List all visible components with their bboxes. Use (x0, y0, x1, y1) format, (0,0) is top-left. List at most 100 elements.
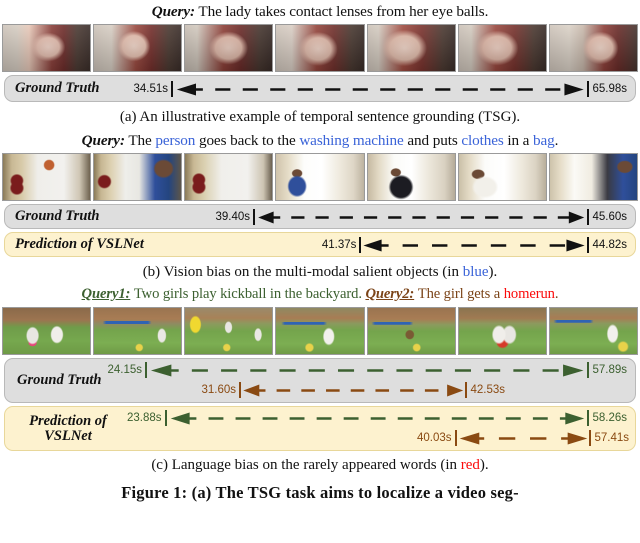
video-frame (184, 24, 274, 72)
end-time: 57.41s (594, 432, 629, 444)
end-cap (587, 81, 590, 97)
video-frame (457, 153, 547, 201)
end-cap (465, 382, 468, 398)
start-cap (164, 410, 167, 426)
start-cap (454, 430, 457, 446)
timeline-bar-query1: 23.88s 58.26s (127, 409, 627, 427)
timeline-bar: 39.40s 45.60s (215, 208, 627, 226)
end-time: 44.82s (592, 239, 627, 251)
timeline-track: 23.88s 58.26s 40.03s 57.41s (127, 406, 635, 451)
double-arrow-icon (256, 211, 586, 224)
caption-pre: (c) Language bias on the rarely appeared… (151, 457, 461, 473)
double-arrow-icon (148, 364, 586, 377)
end-time: 42.53s (470, 384, 505, 396)
query-keyword-bag: bag (533, 132, 555, 149)
timeline-track: 41.37s 44.82s (144, 233, 635, 256)
timeline-track: 24.15s 57.89s 31.60s 42.53s (102, 358, 636, 403)
panel-a-frame-strip (0, 24, 640, 72)
video-frame (2, 153, 92, 201)
video-frame (457, 24, 547, 72)
caption-post: ). (479, 457, 489, 473)
timeline-bar: 41.37s 44.82s (322, 236, 627, 254)
video-frame (2, 24, 92, 72)
prediction-row: Prediction of VSLNet 41.37s 44.82s (4, 232, 636, 257)
video-frame (548, 24, 638, 72)
query-label: Query: (81, 132, 125, 149)
panel-b: Query: The person goes back to the washi… (0, 131, 640, 282)
double-arrow-icon (168, 412, 587, 425)
panel-b-caption: (b) Vision bias on the multi-modal salie… (0, 263, 640, 282)
caption-keyword: blue (462, 264, 489, 280)
caption-keyword: red (460, 457, 480, 473)
query-keyword-washing-machine: washing machine (299, 132, 404, 149)
panel-a-query: Query: The lady takes contact lenses fro… (0, 2, 640, 21)
end-cap (587, 209, 590, 225)
double-arrow-icon (242, 384, 464, 397)
video-frame (184, 307, 274, 355)
start-time: 34.51s (133, 83, 169, 95)
start-time: 39.40s (215, 211, 251, 223)
panel-a: Query: The lady takes contact lenses fro… (0, 0, 640, 127)
start-time: 41.37s (321, 239, 357, 251)
start-cap (359, 237, 362, 253)
timeline-bar: 34.51s 65.98s (133, 80, 627, 98)
query2-post: . (554, 286, 559, 302)
end-cap (587, 237, 590, 253)
row-label: Ground Truth (15, 80, 100, 96)
start-time: 31.60s (201, 384, 237, 396)
start-cap (145, 362, 148, 378)
ground-truth-row: Ground Truth 34.51s 65.98s (4, 75, 636, 102)
query-keyword-person: person (155, 132, 196, 149)
video-frame (457, 307, 547, 355)
query-seg: goes back to the (195, 132, 300, 149)
video-frame (2, 307, 92, 355)
panel-c: Query1: Two girls play kickball in the b… (0, 285, 640, 475)
query-seg: . (554, 132, 559, 149)
prediction-row: Prediction of VSLNet 23.88s 58.26s 40.03… (4, 406, 636, 451)
double-arrow-icon (174, 83, 586, 96)
panel-c-query: Query1: Two girls play kickball in the b… (0, 285, 640, 304)
query2-keyword-homerun: homerun (503, 286, 555, 302)
query-seg: and puts (403, 132, 462, 149)
video-frame (275, 24, 365, 72)
query-label: Query: (151, 3, 195, 20)
video-frame (548, 153, 638, 201)
video-frame (184, 153, 274, 201)
end-cap (587, 410, 590, 426)
panel-c-caption: (c) Language bias on the rarely appeared… (0, 456, 640, 475)
timeline-track: 39.40s 45.60s (100, 205, 636, 228)
caption-pre: (b) Vision bias on the multi-modal salie… (142, 264, 463, 280)
double-arrow-icon (458, 432, 589, 445)
double-arrow-icon (362, 239, 586, 252)
video-frame (548, 307, 638, 355)
ground-truth-row: Ground Truth 24.15s 57.89s 31.60s 42.53s (4, 358, 636, 403)
start-time: 23.88s (127, 412, 162, 424)
video-frame (275, 153, 365, 201)
end-time: 45.60s (592, 211, 627, 223)
query2-pre: The girl gets a (417, 286, 504, 302)
end-time: 65.98s (592, 83, 627, 95)
start-cap (239, 382, 242, 398)
query1-label: Query1: (81, 286, 131, 302)
timeline-bar-query2: 31.60s 42.53s (201, 381, 505, 399)
end-time: 58.26s (592, 412, 627, 424)
query-seg: The (128, 132, 156, 149)
end-cap (587, 362, 590, 378)
panel-a-caption: (a) An illustrative example of temporal … (119, 109, 521, 125)
end-time: 57.89s (592, 364, 627, 376)
video-frame (275, 307, 365, 355)
panel-c-frame-strip (0, 307, 640, 355)
panel-b-frame-strip (0, 153, 640, 201)
row-label: Prediction of VSLNet (5, 413, 127, 444)
video-frame (93, 307, 183, 355)
video-frame (93, 153, 183, 201)
query2-label: Query2: (365, 286, 415, 302)
panel-b-query: Query: The person goes back to the washi… (0, 131, 640, 150)
video-frame (366, 153, 456, 201)
start-cap (171, 81, 174, 97)
start-time: 40.03s (417, 432, 452, 444)
video-frame (366, 24, 456, 72)
timeline-track: 34.51s 65.98s (100, 76, 636, 101)
row-label: Prediction of VSLNet (15, 236, 144, 252)
query-seg: in a (503, 132, 534, 149)
